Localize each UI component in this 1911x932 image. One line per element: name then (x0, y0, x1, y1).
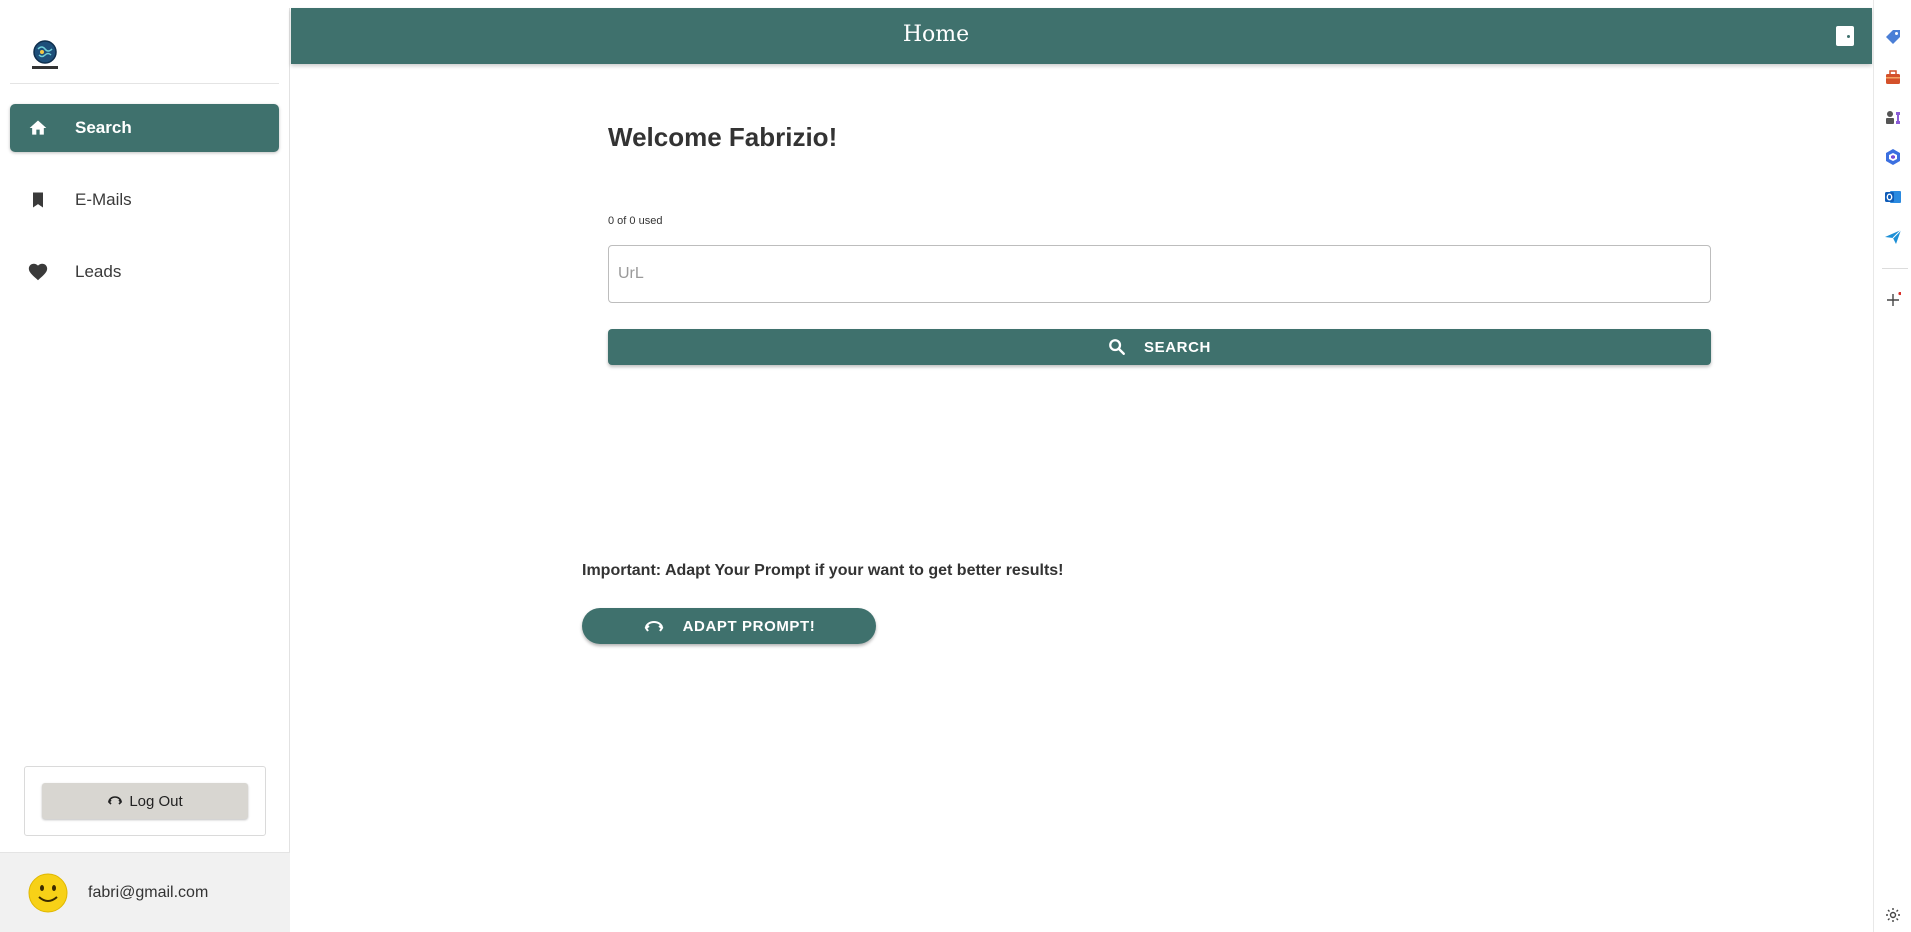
tag-icon[interactable] (1884, 28, 1902, 46)
important-notice: Important: Adapt Your Prompt if your wan… (582, 562, 1064, 579)
page-title: Home (902, 22, 970, 47)
chess-icon[interactable] (1884, 108, 1902, 126)
settings-icon[interactable] (1884, 906, 1902, 924)
logout-card: Log Out (24, 766, 266, 836)
adapt-prompt-button[interactable]: ADAPT PROMPT! (582, 608, 876, 644)
sidebar-item-label: Search (75, 118, 132, 137)
sidebar-item-leads[interactable]: Leads (10, 248, 279, 296)
send-icon[interactable] (1884, 228, 1902, 246)
browser-side-rail (1873, 0, 1911, 932)
outlook-icon[interactable] (1884, 188, 1902, 206)
add-icon[interactable] (1884, 291, 1902, 309)
world-logo-icon[interactable] (28, 38, 62, 72)
search-button[interactable]: SEARCH (608, 329, 1711, 365)
logout-label: Log Out (129, 792, 183, 810)
m365-icon[interactable] (1884, 148, 1902, 166)
logo-area (10, 8, 279, 84)
adapt-prompt-label: ADAPT PROMPT! (682, 617, 816, 635)
avatar[interactable] (28, 873, 68, 913)
sidebar-item-label: E-Mails (75, 190, 132, 209)
usage-counter: 0 of 0 used (608, 215, 663, 227)
sidebar-nav: Search E-Mails Leads (0, 84, 289, 296)
logout-button[interactable]: Log Out (42, 783, 248, 819)
bookmark-icon (26, 188, 50, 212)
toolbox-icon[interactable] (1884, 68, 1902, 86)
rail-divider (1882, 268, 1908, 269)
home-icon (26, 116, 50, 140)
sidebar-item-search[interactable]: Search (10, 104, 279, 152)
adapt-icon (643, 618, 665, 634)
user-email: fabri@gmail.com (88, 883, 209, 901)
logout-icon (107, 794, 123, 808)
sidebar-item-emails[interactable]: E-Mails (10, 176, 279, 224)
sidebar: Search E-Mails Leads Log Out fabri@gmail… (0, 8, 290, 932)
search-icon (1108, 338, 1126, 356)
user-area: fabri@gmail.com (0, 852, 290, 932)
url-input[interactable] (608, 245, 1711, 303)
top-app-bar: Home (291, 8, 1872, 64)
sidebar-item-label: Leads (75, 262, 122, 281)
search-button-label: SEARCH (1144, 338, 1211, 356)
exit-door-icon[interactable] (1836, 26, 1854, 46)
heart-icon (26, 260, 50, 284)
welcome-heading: Welcome Fabrizio! (608, 122, 838, 152)
